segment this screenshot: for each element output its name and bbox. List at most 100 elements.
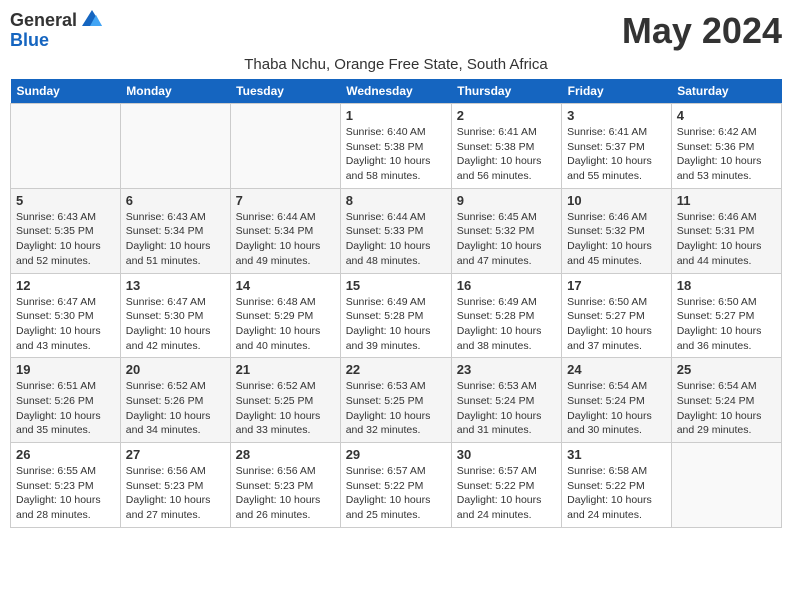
calendar-cell: 2 Sunrise: 6:41 AM Sunset: 5:38 PM Daylig… [451,104,561,189]
calendar-week-3: 12 Sunrise: 6:47 AM Sunset: 5:30 PM Dayli… [11,273,782,358]
calendar-cell: 24 Sunrise: 6:54 AM Sunset: 5:24 PM Dayli… [562,358,672,443]
logo-blue: Blue [10,31,49,49]
day-number: 1 [346,108,446,123]
day-number: 31 [567,447,666,462]
day-info: Sunrise: 6:54 AM Sunset: 5:24 PM Dayligh… [567,379,666,438]
day-info: Sunrise: 6:57 AM Sunset: 5:22 PM Dayligh… [346,464,446,523]
day-info: Sunrise: 6:57 AM Sunset: 5:22 PM Dayligh… [457,464,556,523]
calendar-cell: 1 Sunrise: 6:40 AM Sunset: 5:38 PM Daylig… [340,104,451,189]
day-header-friday: Friday [562,79,672,104]
day-number: 11 [677,193,776,208]
calendar-week-2: 5Sunrise: 6:43 AM Sunset: 5:35 PM Daylig… [11,188,782,273]
day-info: Sunrise: 6:49 AM Sunset: 5:28 PM Dayligh… [457,295,556,354]
day-number: 18 [677,278,776,293]
day-info: Sunrise: 6:47 AM Sunset: 5:30 PM Dayligh… [126,295,225,354]
calendar-cell [671,443,781,528]
day-info: Sunrise: 6:46 AM Sunset: 5:32 PM Dayligh… [567,210,666,269]
calendar-cell: 13 Sunrise: 6:47 AM Sunset: 5:30 PM Dayli… [120,273,230,358]
day-info: Sunrise: 6:54 AM Sunset: 5:24 PM Dayligh… [677,379,776,438]
day-info: Sunrise: 6:41 AM Sunset: 5:37 PM Dayligh… [567,125,666,184]
day-number: 4 [677,108,776,123]
calendar-cell: 8 Sunrise: 6:44 AM Sunset: 5:33 PM Daylig… [340,188,451,273]
location-title: Thaba Nchu, Orange Free State, South Afr… [10,56,782,73]
calendar-cell: 17Sunrise: 6:50 AM Sunset: 5:27 PM Dayli… [562,273,672,358]
day-info: Sunrise: 6:52 AM Sunset: 5:25 PM Dayligh… [236,379,335,438]
day-number: 27 [126,447,225,462]
day-info: Sunrise: 6:44 AM Sunset: 5:33 PM Dayligh… [346,210,446,269]
day-number: 9 [457,193,556,208]
month-title: May 2024 [622,10,782,52]
day-info: Sunrise: 6:46 AM Sunset: 5:31 PM Dayligh… [677,210,776,269]
day-header-monday: Monday [120,79,230,104]
calendar-cell: 27 Sunrise: 6:56 AM Sunset: 5:23 PM Dayli… [120,443,230,528]
day-number: 25 [677,362,776,377]
day-number: 6 [126,193,225,208]
calendar-cell: 25 Sunrise: 6:54 AM Sunset: 5:24 PM Dayli… [671,358,781,443]
day-number: 16 [457,278,556,293]
day-number: 13 [126,278,225,293]
calendar-cell: 30 Sunrise: 6:57 AM Sunset: 5:22 PM Dayli… [451,443,561,528]
day-number: 8 [346,193,446,208]
day-info: Sunrise: 6:40 AM Sunset: 5:38 PM Dayligh… [346,125,446,184]
calendar-cell: 23Sunrise: 6:53 AM Sunset: 5:24 PM Dayli… [451,358,561,443]
day-number: 20 [126,362,225,377]
day-info: Sunrise: 6:50 AM Sunset: 5:27 PM Dayligh… [567,295,666,354]
calendar-cell: 22 Sunrise: 6:53 AM Sunset: 5:25 PM Dayli… [340,358,451,443]
logo-general: General [10,10,77,30]
calendar-cell: 29Sunrise: 6:57 AM Sunset: 5:22 PM Dayli… [340,443,451,528]
logo: General Blue [10,10,102,49]
day-number: 7 [236,193,335,208]
day-number: 12 [16,278,115,293]
logo-icon [82,10,102,26]
calendar-week-5: 26 Sunrise: 6:55 AM Sunset: 5:23 PM Dayli… [11,443,782,528]
day-info: Sunrise: 6:53 AM Sunset: 5:24 PM Dayligh… [457,379,556,438]
day-header-wednesday: Wednesday [340,79,451,104]
day-number: 22 [346,362,446,377]
calendar-cell: 12 Sunrise: 6:47 AM Sunset: 5:30 PM Dayli… [11,273,121,358]
calendar-cell: 7Sunrise: 6:44 AM Sunset: 5:34 PM Daylig… [230,188,340,273]
day-number: 30 [457,447,556,462]
calendar-cell [120,104,230,189]
page-header: General Blue May 2024 [10,10,782,52]
day-info: Sunrise: 6:55 AM Sunset: 5:23 PM Dayligh… [16,464,115,523]
day-header-saturday: Saturday [671,79,781,104]
calendar-week-1: 1 Sunrise: 6:40 AM Sunset: 5:38 PM Daylig… [11,104,782,189]
day-number: 10 [567,193,666,208]
day-info: Sunrise: 6:41 AM Sunset: 5:38 PM Dayligh… [457,125,556,184]
day-number: 15 [346,278,446,293]
calendar-week-4: 19Sunrise: 6:51 AM Sunset: 5:26 PM Dayli… [11,358,782,443]
calendar-cell: 20Sunrise: 6:52 AM Sunset: 5:26 PM Dayli… [120,358,230,443]
calendar-cell: 19Sunrise: 6:51 AM Sunset: 5:26 PM Dayli… [11,358,121,443]
calendar-cell: 6Sunrise: 6:43 AM Sunset: 5:34 PM Daylig… [120,188,230,273]
calendar-header-row: SundayMondayTuesdayWednesdayThursdayFrid… [11,79,782,104]
logo-text: General [10,10,102,31]
day-number: 21 [236,362,335,377]
calendar-cell: 21 Sunrise: 6:52 AM Sunset: 5:25 PM Dayli… [230,358,340,443]
calendar-cell: 31 Sunrise: 6:58 AM Sunset: 5:22 PM Dayli… [562,443,672,528]
day-info: Sunrise: 6:43 AM Sunset: 5:35 PM Dayligh… [16,210,115,269]
day-info: Sunrise: 6:58 AM Sunset: 5:22 PM Dayligh… [567,464,666,523]
day-header-thursday: Thursday [451,79,561,104]
calendar-cell [230,104,340,189]
day-number: 28 [236,447,335,462]
calendar-cell: 9 Sunrise: 6:45 AM Sunset: 5:32 PM Daylig… [451,188,561,273]
day-number: 26 [16,447,115,462]
calendar-cell: 15Sunrise: 6:49 AM Sunset: 5:28 PM Dayli… [340,273,451,358]
calendar-cell: 16 Sunrise: 6:49 AM Sunset: 5:28 PM Dayli… [451,273,561,358]
day-info: Sunrise: 6:56 AM Sunset: 5:23 PM Dayligh… [126,464,225,523]
calendar-cell: 18Sunrise: 6:50 AM Sunset: 5:27 PM Dayli… [671,273,781,358]
day-info: Sunrise: 6:48 AM Sunset: 5:29 PM Dayligh… [236,295,335,354]
day-number: 24 [567,362,666,377]
calendar-cell: 5Sunrise: 6:43 AM Sunset: 5:35 PM Daylig… [11,188,121,273]
day-number: 2 [457,108,556,123]
day-info: Sunrise: 6:42 AM Sunset: 5:36 PM Dayligh… [677,125,776,184]
day-number: 14 [236,278,335,293]
day-info: Sunrise: 6:45 AM Sunset: 5:32 PM Dayligh… [457,210,556,269]
calendar-cell: 11 Sunrise: 6:46 AM Sunset: 5:31 PM Dayli… [671,188,781,273]
calendar-cell: 4 Sunrise: 6:42 AM Sunset: 5:36 PM Daylig… [671,104,781,189]
day-info: Sunrise: 6:47 AM Sunset: 5:30 PM Dayligh… [16,295,115,354]
day-info: Sunrise: 6:53 AM Sunset: 5:25 PM Dayligh… [346,379,446,438]
day-info: Sunrise: 6:56 AM Sunset: 5:23 PM Dayligh… [236,464,335,523]
calendar-cell: 14 Sunrise: 6:48 AM Sunset: 5:29 PM Dayli… [230,273,340,358]
calendar-cell: 26 Sunrise: 6:55 AM Sunset: 5:23 PM Dayli… [11,443,121,528]
